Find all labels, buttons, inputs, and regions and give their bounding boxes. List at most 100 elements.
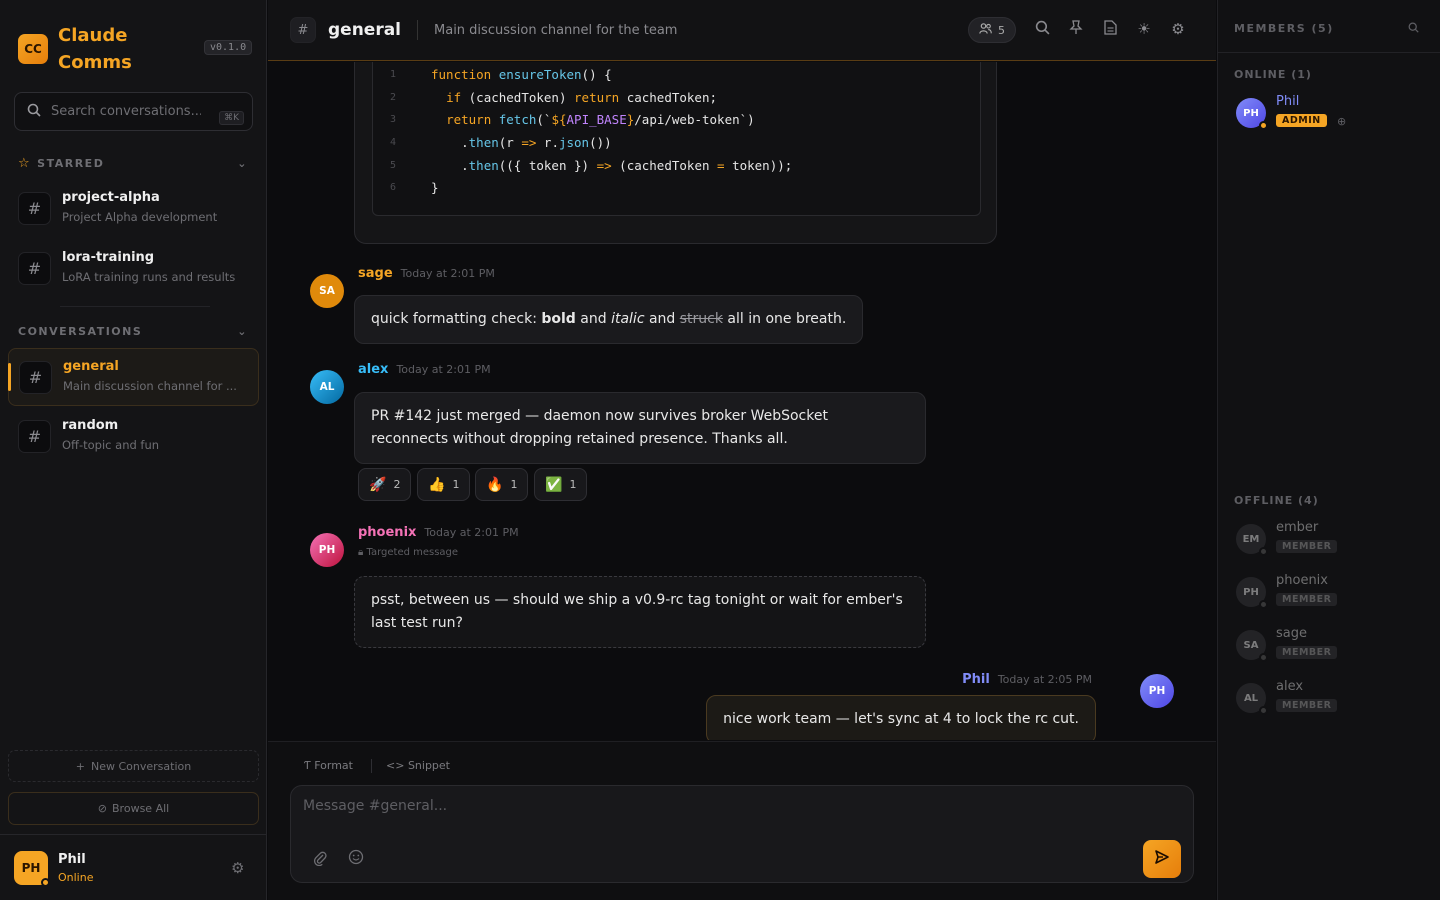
users-icon [979, 23, 992, 37]
avatar: PH [1236, 577, 1268, 609]
member-item-sage[interactable]: SA sage MEMBER [1236, 626, 1426, 666]
format-button[interactable]: Ƭ Format [304, 759, 353, 772]
code-line: 6} [373, 176, 980, 199]
sidebar-item-project-alpha[interactable]: # project-alpha Project Alpha development [8, 180, 259, 238]
members-count: 5 [998, 23, 1005, 37]
message-bubble: quick formatting check: bold and italic … [354, 295, 864, 344]
reaction-emoji: 🔥 [486, 476, 504, 493]
reaction-thumbs-up[interactable]: 👍 1 [417, 468, 471, 501]
code-text: .then(r => r.json()) [431, 134, 612, 150]
member-item-phoenix[interactable]: PH phoenix MEMBER [1236, 573, 1426, 613]
members-panel: MEMBERS (5) ONLINE (1) PH Phil ADMIN ⊕ O… [1217, 0, 1440, 900]
online-indicator [1259, 121, 1268, 130]
new-conversation-button[interactable]: + New Conversation [8, 750, 259, 782]
italic-text: italic [611, 311, 645, 327]
sidebar-item-general[interactable]: # general Main discussion channel for ... [8, 348, 259, 406]
format-label: Format [314, 759, 353, 772]
browse-all-button[interactable]: ⊘ Browse All [8, 792, 259, 825]
channel-name: lora-training [62, 250, 155, 265]
snippet-label: Snippet [407, 759, 450, 772]
starred-section-header[interactable]: ☆ STARRED ⌄ [18, 156, 248, 171]
snippet-button[interactable]: <> Snippet [386, 759, 450, 772]
app-name: Claude Comms [58, 25, 132, 73]
message-input[interactable] [303, 798, 1143, 822]
sidebar-item-random[interactable]: # random Off-topic and fun [8, 408, 259, 466]
avatar-initials: PH [1243, 107, 1259, 119]
star-icon: ☆ [18, 156, 32, 171]
message-author[interactable]: phoenix [358, 525, 416, 540]
targeted-tag: 🔒︎ Targeted message [358, 547, 458, 558]
message-author[interactable]: alex [358, 362, 388, 377]
code-text: return fetch(`${API_BASE}/api/web-token`… [446, 112, 755, 128]
member-item-alex[interactable]: AL alex MEMBER [1236, 679, 1426, 719]
code-text: } [431, 180, 439, 196]
message-author[interactable]: sage [358, 266, 393, 281]
divider [371, 759, 372, 773]
chevron-down-icon[interactable]: ⌄ [237, 325, 248, 338]
reaction-count: 1 [452, 478, 460, 491]
message-feed[interactable]: 1 function ensureToken() { 2 if (cachedTo… [268, 62, 1216, 740]
send-button[interactable] [1143, 840, 1181, 878]
member-item-ember[interactable]: EM ember MEMBER [1236, 520, 1426, 560]
divider [60, 306, 210, 307]
search-box[interactable]: ⌘K [14, 92, 253, 131]
search-icon[interactable] [1408, 22, 1419, 36]
conversations-section-header[interactable]: CONVERSATIONS ⌄ [18, 325, 248, 338]
channel-description: LoRA training runs and results [62, 270, 236, 284]
type-icon: Ƭ [304, 759, 315, 772]
offline-section-label: OFFLINE (4) [1234, 494, 1319, 507]
online-section-label: ONLINE (1) [1234, 68, 1312, 81]
gear-icon[interactable]: ⚙ [1168, 20, 1188, 38]
avatar-initials: EM [1242, 533, 1260, 545]
user-status: Online [58, 870, 94, 884]
code-line: 5 .then(({ token }) => (cachedToken = to… [373, 154, 980, 177]
role-badge: MEMBER [1276, 593, 1338, 606]
search-input[interactable] [51, 104, 201, 119]
sidebar-item-lora-training[interactable]: # lora-training LoRA training runs and re… [8, 240, 259, 298]
avatar: PH [1140, 674, 1174, 708]
line-number: 1 [389, 68, 397, 80]
avatar-initials: PH [21, 860, 41, 875]
message-text: and [644, 311, 680, 327]
pin-icon[interactable] [1066, 20, 1086, 39]
search-icon [27, 103, 41, 121]
code-line: 1 function ensureToken() { [373, 63, 980, 86]
user-name: Phil [58, 851, 86, 867]
channel-header: # general Main discussion channel for th… [268, 0, 1216, 61]
message-meta: alex Today at 2:01 PM [358, 362, 491, 377]
reaction-count: 1 [569, 478, 577, 491]
main-panel: # general Main discussion channel for th… [268, 0, 1216, 900]
message-text: quick formatting check: [371, 311, 542, 327]
message-meta: phoenix Today at 2:01 PM [358, 525, 519, 540]
search-shortcut: ⌘K [219, 111, 244, 125]
settings-icon[interactable]: ⚙ [231, 859, 244, 877]
struck-text: struck [679, 311, 723, 327]
file-icon[interactable] [1100, 20, 1120, 39]
emoji-icon[interactable] [348, 849, 364, 869]
reaction-emoji: 👍 [428, 476, 446, 493]
member-item-phil[interactable]: PH Phil ADMIN ⊕ [1236, 94, 1426, 134]
paperclip-icon[interactable] [313, 850, 327, 870]
search-icon[interactable] [1032, 20, 1052, 39]
role-badge: ADMIN [1276, 114, 1327, 127]
chevron-down-icon[interactable]: ⌄ [237, 157, 248, 170]
members-count-button[interactable]: 5 [968, 17, 1016, 43]
reaction-check[interactable]: ✅ 1 [534, 468, 588, 501]
hash-icon: # [19, 361, 52, 394]
avatar: AL [310, 370, 344, 404]
message-time: Today at 2:01 PM [400, 267, 495, 280]
channel-name: general [63, 359, 119, 374]
reaction-rocket[interactable]: 🚀 2 [358, 468, 412, 501]
message-author[interactable]: Phil [962, 672, 990, 687]
hash-icon: # [18, 420, 51, 453]
hash-icon: # [18, 252, 51, 285]
avatar-initials: AL [1243, 692, 1259, 704]
reaction-emoji: ✅ [545, 476, 563, 493]
hash-icon: # [18, 192, 51, 225]
code-text: .then(({ token }) => (cachedToken = toke… [431, 157, 793, 173]
reaction-fire[interactable]: 🔥 1 [475, 468, 529, 501]
current-user[interactable]: PH Phil Online ⚙ [0, 834, 267, 900]
sun-icon[interactable]: ☀ [1134, 20, 1154, 38]
composer-area: Ƭ Format <> Snippet [268, 741, 1216, 900]
line-number: 6 [389, 182, 397, 194]
